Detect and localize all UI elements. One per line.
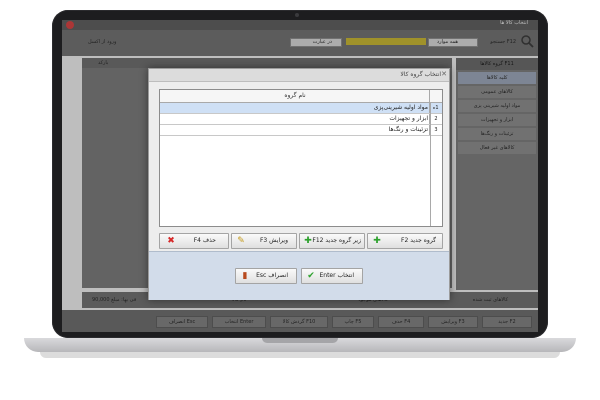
laptop-screen: انتخاب کالا ها جستجو F12 همه موارد در عب… — [62, 20, 538, 332]
exit-icon: ▮ — [242, 271, 248, 281]
group-table[interactable]: نام گروه ▸1 مواد اولیه شیرینی‌پزی 2 ابزا… — [159, 89, 443, 227]
plus-icon: ✚ — [373, 236, 381, 246]
edit-label: ویرایش F3 — [259, 237, 288, 244]
select-button[interactable]: ✔ انتخاب Enter — [301, 268, 363, 284]
select-group-dialog: ✕ انتخاب گروه کالا نام گروه ▸1 مواد اولی… — [148, 68, 450, 300]
cancel-label: انصراف Esc — [256, 272, 288, 279]
delete-label: حذف F4 — [193, 237, 216, 244]
table-header: نام گروه — [160, 90, 442, 103]
laptop-notch — [262, 338, 338, 343]
scrollbar[interactable] — [430, 102, 431, 226]
new-group-button[interactable]: ✚ گروه جدید F2 — [367, 233, 443, 249]
close-icon[interactable]: ✕ — [441, 70, 447, 78]
cancel-button[interactable]: ▮ انصراف Esc — [235, 268, 297, 284]
select-label: انتخاب Enter — [319, 272, 354, 279]
table-row[interactable]: 3 تزئینات و رنگ‌ها — [160, 125, 442, 136]
row-number-column — [429, 90, 442, 102]
new-subgroup-label: زیر گروه جدید F12 — [312, 237, 361, 244]
pencil-icon: ✎ — [237, 236, 245, 246]
dialog-title: انتخاب گروه کالا — [400, 71, 441, 78]
group-name: ابزار و تجهیزات — [389, 115, 428, 122]
table-row[interactable]: 2 ابزار و تجهیزات — [160, 114, 442, 125]
check-icon: ✔ — [307, 271, 315, 281]
camera-dot — [295, 13, 299, 17]
table-row[interactable]: ▸1 مواد اولیه شیرینی‌پزی — [160, 103, 442, 114]
laptop-shadow — [40, 352, 560, 358]
group-name-column: نام گروه — [284, 92, 306, 99]
delete-button[interactable]: ✖ حذف F4 — [159, 233, 229, 249]
new-group-label: گروه جدید F2 — [401, 237, 436, 244]
dialog-footer: ✔ انتخاب Enter ▮ انصراف Esc — [149, 251, 449, 300]
new-subgroup-button[interactable]: ✚ زیر گروه جدید F12 — [299, 233, 365, 249]
dialog-titlebar: ✕ انتخاب گروه کالا — [149, 69, 449, 82]
edit-button[interactable]: ✎ ویرایش F3 — [231, 233, 297, 249]
delete-icon: ✖ — [167, 236, 175, 246]
group-name: مواد اولیه شیرینی‌پزی — [373, 104, 428, 111]
group-name: تزئینات و رنگ‌ها — [388, 126, 428, 133]
